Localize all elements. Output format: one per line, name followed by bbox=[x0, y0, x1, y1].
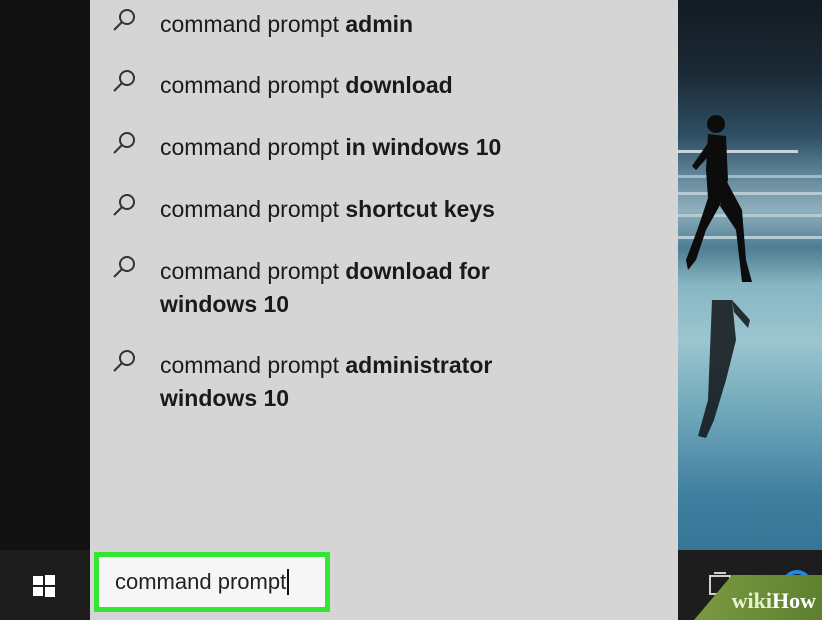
taskbar-search-area: command prompt bbox=[90, 550, 678, 620]
text-caret bbox=[287, 569, 290, 595]
suggestion-item[interactable]: command prompt shortcut keys bbox=[110, 193, 670, 226]
suggestion-item[interactable]: command prompt download bbox=[110, 69, 670, 102]
search-input-value: command prompt bbox=[115, 569, 287, 594]
suggestion-bold: download bbox=[345, 72, 453, 98]
search-icon bbox=[113, 350, 135, 372]
runner-reflection bbox=[698, 300, 750, 438]
suggestion-bold: shortcut keys bbox=[345, 196, 495, 222]
suggestion-prefix: command prompt bbox=[160, 72, 339, 98]
search-icon bbox=[113, 70, 135, 92]
start-button[interactable] bbox=[18, 566, 70, 606]
search-icon bbox=[113, 256, 135, 278]
taskbar: command prompt wikiHow bbox=[0, 550, 822, 620]
suggestion-bold: in windows 10 bbox=[345, 134, 502, 160]
watermark-part1: wiki bbox=[731, 588, 772, 613]
suggestion-item[interactable]: command prompt admin bbox=[110, 8, 670, 41]
suggestion-item[interactable]: command prompt in windows 10 bbox=[110, 131, 670, 164]
suggestion-prefix: command prompt bbox=[160, 196, 339, 222]
search-input[interactable]: command prompt bbox=[94, 552, 330, 612]
search-suggestions-panel: command prompt admin command prompt down… bbox=[90, 0, 678, 550]
start-menu-left-strip bbox=[0, 0, 90, 550]
suggestion-item[interactable]: command prompt download for windows 10 bbox=[110, 255, 590, 321]
suggestion-bold: admin bbox=[345, 11, 414, 37]
search-icon bbox=[113, 132, 135, 154]
windows-start-icon bbox=[33, 575, 55, 597]
suggestion-prefix: command prompt bbox=[160, 352, 339, 378]
wikihow-watermark: wikiHow bbox=[732, 588, 816, 614]
suggestion-prefix: command prompt bbox=[160, 134, 339, 160]
search-icon bbox=[113, 9, 135, 31]
suggestion-item[interactable]: command prompt administrator windows 10 bbox=[110, 349, 590, 415]
suggestion-prefix: command prompt bbox=[160, 258, 339, 284]
runner-silhouette bbox=[686, 115, 752, 282]
suggestion-prefix: command prompt bbox=[160, 11, 339, 37]
watermark-part2: How bbox=[772, 588, 816, 613]
search-icon bbox=[113, 194, 135, 216]
desktop-wallpaper bbox=[678, 0, 822, 620]
